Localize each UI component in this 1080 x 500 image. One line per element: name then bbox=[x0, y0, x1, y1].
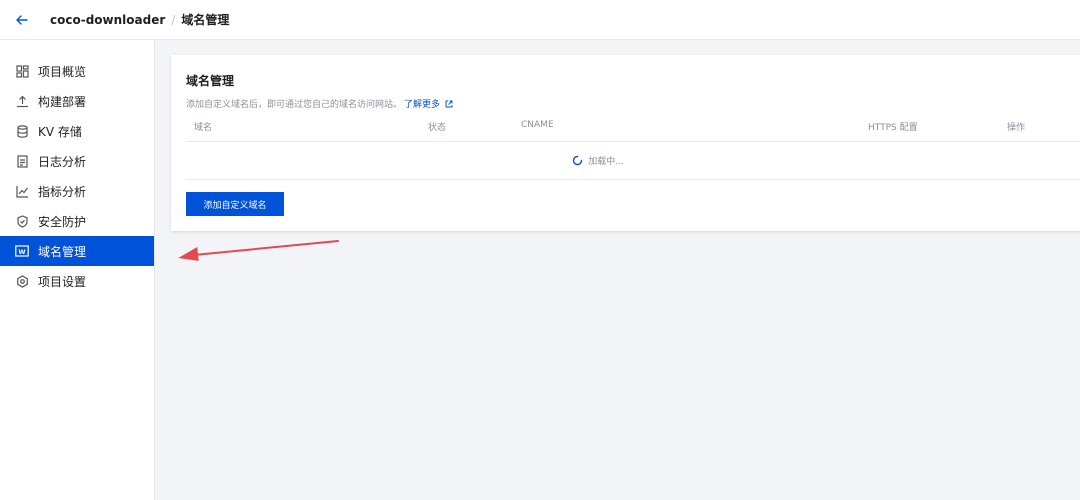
external-link-icon bbox=[445, 100, 453, 107]
breadcrumb-project[interactable]: coco-downloader bbox=[50, 13, 165, 27]
sidebar-item-label: 安全防护 bbox=[38, 214, 87, 229]
sidebar-item-kv-storage[interactable]: KV 存储 bbox=[0, 116, 154, 146]
column-header-domain: 域名 bbox=[194, 123, 213, 133]
sidebar-item-project-settings[interactable]: 项目设置 bbox=[0, 266, 154, 296]
sidebar-item-overview[interactable]: 项目概览 bbox=[0, 56, 154, 86]
database-icon bbox=[15, 124, 29, 138]
upload-icon bbox=[15, 94, 29, 108]
column-header-https: HTTPS 配置 bbox=[868, 123, 918, 133]
line-chart-icon bbox=[15, 184, 29, 198]
www-icon: W bbox=[15, 244, 29, 258]
column-header-actions: 操作 bbox=[1007, 123, 1026, 133]
card-description: 添加自定义域名后，即可通过您自己的域名访问网站。 了解更多 bbox=[186, 97, 453, 110]
sidebar-item-label: 构建部署 bbox=[38, 94, 87, 109]
sidebar-item-label: 域名管理 bbox=[38, 244, 87, 259]
card-title: 域名管理 bbox=[186, 74, 235, 88]
sidebar-item-label: 指标分析 bbox=[38, 184, 87, 199]
settings-hexagon-icon bbox=[15, 274, 29, 288]
loading-spinner-icon bbox=[573, 155, 583, 166]
sidebar-item-label: 日志分析 bbox=[38, 154, 87, 169]
back-arrow-icon[interactable] bbox=[12, 10, 32, 30]
learn-more-label: 了解更多 bbox=[404, 100, 441, 110]
sidebar-item-domain-management[interactable]: W 域名管理 bbox=[0, 236, 154, 266]
sidebar-item-label: 项目概览 bbox=[38, 64, 87, 79]
table-body: 加载中... bbox=[186, 142, 1080, 180]
annotation-arrow bbox=[178, 240, 339, 261]
top-bar: coco-downloader / 域名管理 bbox=[0, 0, 1080, 40]
learn-more-link[interactable]: 了解更多 bbox=[404, 97, 453, 110]
document-icon bbox=[15, 154, 29, 168]
breadcrumb-separator: / bbox=[171, 12, 176, 27]
sidebar-item-label: KV 存储 bbox=[38, 124, 82, 139]
sidebar-item-security[interactable]: 安全防护 bbox=[0, 206, 154, 236]
add-custom-domain-button[interactable]: 添加自定义域名 bbox=[186, 192, 284, 216]
loading-indicator: 加载中... bbox=[572, 154, 624, 167]
column-header-cname: CNAME bbox=[521, 120, 554, 130]
sidebar-item-label: 项目设置 bbox=[38, 274, 87, 289]
breadcrumb-current: 域名管理 bbox=[181, 13, 230, 27]
column-header-status: 状态 bbox=[428, 123, 447, 133]
table-header: 域名 状态 CNAME HTTPS 配置 操作 bbox=[186, 118, 1080, 142]
svg-text:W: W bbox=[18, 248, 25, 256]
sidebar-item-log-analysis[interactable]: 日志分析 bbox=[0, 146, 154, 176]
shield-icon bbox=[15, 214, 29, 228]
description-text: 添加自定义域名后，即可通过您自己的域名访问网站。 bbox=[186, 100, 403, 110]
overview-grid-icon bbox=[15, 64, 29, 78]
sidebar-item-metrics[interactable]: 指标分析 bbox=[0, 176, 154, 206]
sidebar: 项目概览 构建部署 KV 存储 日志分析 指标分析 安全防护 W 域名管理 项目… bbox=[0, 40, 155, 500]
loading-text: 加载中... bbox=[588, 157, 624, 167]
sidebar-item-build-deploy[interactable]: 构建部署 bbox=[0, 86, 154, 116]
domain-management-card: 域名管理 添加自定义域名后，即可通过您自己的域名访问网站。 了解更多 域名 状态… bbox=[171, 55, 1080, 231]
